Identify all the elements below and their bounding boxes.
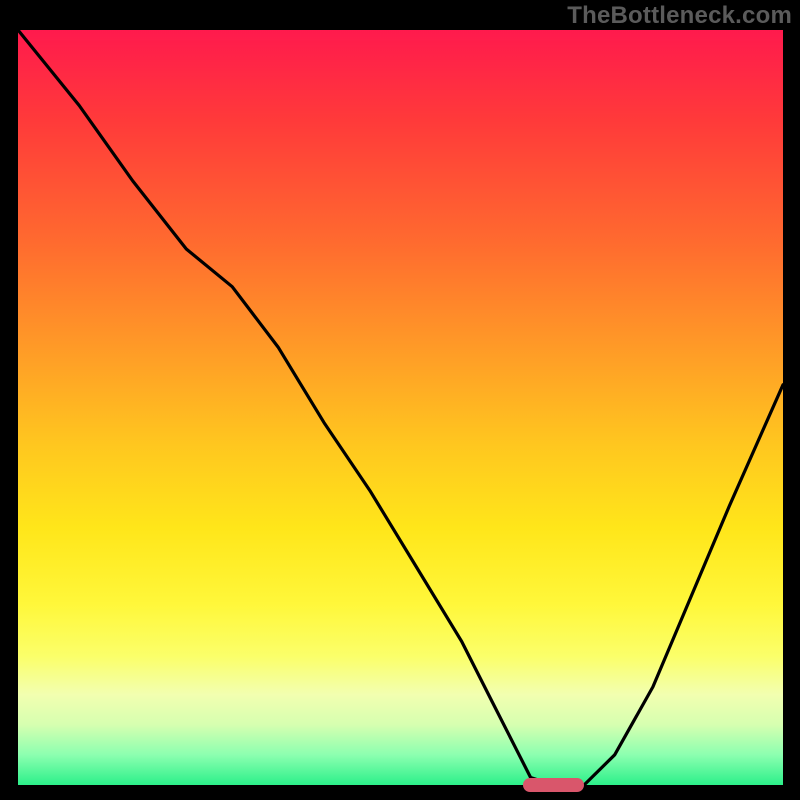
- watermark-text: TheBottleneck.com: [567, 2, 792, 30]
- optimal-range-marker: [523, 778, 584, 792]
- gradient-plot-area: [18, 30, 783, 785]
- chart-frame: TheBottleneck.com: [0, 0, 800, 800]
